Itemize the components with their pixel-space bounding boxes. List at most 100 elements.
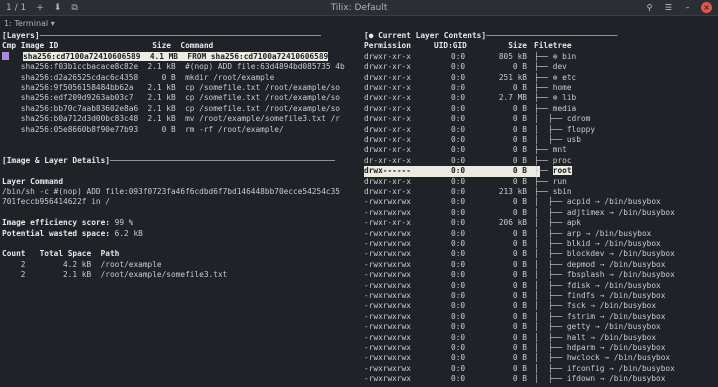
- file-tree-entry: │ ├── blockdev → /bin/busybox: [534, 249, 675, 259]
- layer-row[interactable]: sha256:d2a26525cdac6c4358 0 B mkdir /roo…: [2, 73, 274, 83]
- file-permission: -rwxrwxrwx: [364, 249, 411, 259]
- waste-column-headers: Count Total Space Path: [2, 249, 119, 259]
- filetree-row[interactable]: -rwxrwxrwx 0:0 0 B │ ├── ifdown → /bin/busy…: [364, 374, 718, 384]
- filetree-row[interactable]: -rwxrwxrwx 0:0 0 B │ ├── blockdev → /bin/bu…: [364, 249, 718, 259]
- tree-connector: │ ├──: [534, 301, 567, 311]
- filetree-row[interactable]: drwx------ 0:0 0 B ├── root: [364, 166, 718, 177]
- filetree-row[interactable]: -rwxrwxrwx 0:0 0 B │ ├── hwclock → /bin/bus…: [364, 353, 718, 363]
- layer-row[interactable]: sha256:f03b1ccbacace8c82e 2.1 kB #(nop) …: [2, 62, 345, 72]
- file-name: mnt: [552, 145, 567, 155]
- filetree-row[interactable]: -rwxrwxrwx 0:0 0 B │ ├── getty → /bin/busyb…: [364, 322, 718, 332]
- filetree-row[interactable]: drwxr-xr-x 0:0 0 B ├── media: [364, 104, 718, 114]
- layer-row[interactable]: sha256:b0a712d3d00bc83c48 2.1 kB mv /roo…: [2, 114, 340, 124]
- filetree-row[interactable]: drwxr-xr-x 0:0 0 B │ ├── floppy: [364, 125, 718, 135]
- file-name: usb: [566, 135, 581, 144]
- filetree-row[interactable]: -rwxrwxrwx 0:0 0 B │ ├── halt → /bin/busybo…: [364, 333, 718, 343]
- file-name: sbin: [552, 187, 572, 196]
- file-size: 0 B: [512, 301, 527, 311]
- file-uid-gid: 0:0: [451, 62, 466, 72]
- file-tree-entry: │ ├── getty → /bin/busybox: [534, 322, 661, 332]
- col-uid-gid: UID:GID: [434, 41, 467, 51]
- filetree-row[interactable]: -rwxr-xr-x 0:0 206 kB │ ├── apk: [364, 218, 718, 228]
- waste-space: 2.1 kB: [39, 270, 101, 280]
- tree-connector: │ ├──: [534, 228, 567, 238]
- filetree-row[interactable]: -rwxrwxrwx 0:0 0 B │ ├── ifconfig → /bin/bu…: [364, 364, 718, 374]
- filetree-row[interactable]: drwxr-xr-x 0:0 0 B │ ├── cdrom: [364, 114, 718, 124]
- tree-connector: │ ├──: [534, 218, 567, 228]
- filetree-row[interactable]: drwxr-xr-x 0:0 0 B ├── mnt: [364, 145, 718, 155]
- chevron-down-icon[interactable]: ▾: [51, 19, 55, 28]
- file-tree-entry: │ ├── depmod → /bin/busybox: [534, 260, 665, 270]
- menu-icon[interactable]: ☰: [663, 2, 674, 13]
- filetree-row[interactable]: -rwxrwxrwx 0:0 0 B │ ├── acpid → /bin/busyb…: [364, 197, 718, 207]
- layer-command-line-1: /bin/sh -c #(nop) ADD file:093f0723fa46f…: [2, 187, 340, 196]
- file-uid-gid: 0:0: [451, 166, 466, 177]
- filetree-row[interactable]: drwxr-xr-x 0:0 251 kB ├── ⊕ etc: [364, 73, 718, 83]
- file-name: findfs → /bin/busybox: [566, 291, 666, 300]
- tree-connector: │ ├──: [534, 249, 567, 259]
- file-permission: drwxr-xr-x: [364, 176, 411, 186]
- file-size: 0 B: [512, 291, 527, 300]
- file-name: media: [552, 103, 577, 113]
- layers-column-headers: Cmp Image ID Size Command: [2, 41, 213, 51]
- filetree-row[interactable]: -rwxrwxrwx 0:0 0 B │ ├── arp → /bin/busybox: [364, 229, 718, 239]
- wasted-value: 6.2 kB: [114, 228, 143, 238]
- filetree-row[interactable]: drwxr-xr-x 0:0 2.7 MB ├── ⊕ lib: [364, 93, 718, 103]
- layer-row[interactable]: sha256:edf209d9263ab03c7 2.1 kB cp /some…: [2, 93, 340, 103]
- layer-row-text: sha256:d2a26525cdac6c4358 0 B mkdir /roo…: [20, 72, 275, 82]
- contents-rule: ────────────────────────────: [486, 31, 618, 40]
- layer-row[interactable]: sha256:05e8660b8f90e77b93 0 B rm -rf /ro…: [2, 125, 284, 135]
- file-size: 0 B: [512, 114, 527, 124]
- filetree-row[interactable]: -rwxrwxrwx 0:0 0 B │ ├── depmod → /bin/busy…: [364, 260, 718, 270]
- terminal-tab[interactable]: 1: Terminal ▾: [0, 17, 718, 30]
- file-uid-gid: 0:0: [451, 93, 466, 103]
- file-uid-gid: 0:0: [451, 291, 466, 300]
- tree-connector: ├──: [534, 176, 553, 186]
- filetree-row[interactable]: dr-xr-xr-x 0:0 0 B ├── proc: [364, 156, 718, 166]
- file-uid-gid: 0:0: [451, 280, 466, 290]
- file-size: 0 B: [512, 322, 527, 332]
- file-name: fdisk → /bin/busybox: [566, 280, 661, 290]
- filetree-row[interactable]: drwxr-xr-x 0:0 0 B │ ├── usb: [364, 135, 718, 145]
- minimize-icon[interactable]: –: [682, 2, 693, 13]
- layer-row[interactable]: sha256:cd7100a72410606589 4.1 MB FROM sh…: [2, 51, 329, 62]
- file-name: proc: [552, 155, 572, 165]
- contents-column-headers: Permission UID:GID Size Filetree: [364, 41, 718, 51]
- filetree-row[interactable]: drwxr-xr-x 0:0 805 kB ├── ⊕ bin: [364, 52, 718, 62]
- layer-row[interactable]: sha256:9f5056158484bb62a 2.1 kB cp /some…: [2, 83, 340, 93]
- file-tree-entry: │ ├── fbsplash → /bin/busybox: [534, 270, 675, 280]
- filetree-row[interactable]: drwxr-xr-x 0:0 0 B ├── dev: [364, 62, 718, 72]
- filetree-row[interactable]: -rwxrwxrwx 0:0 0 B │ ├── blkid → /bin/busyb…: [364, 239, 718, 249]
- file-size: 0 B: [512, 197, 527, 207]
- file-uid-gid: 0:0: [451, 218, 466, 228]
- file-permission: drwxr-xr-x: [364, 145, 411, 155]
- file-size: 0 B: [512, 83, 527, 92]
- file-size: 805 kB: [498, 51, 527, 61]
- tree-connector: ├──: [534, 72, 553, 82]
- filetree-row[interactable]: -rwxrwxrwx 0:0 0 B │ ├── fdisk → /bin/busyb…: [364, 281, 718, 291]
- filetree-row[interactable]: drwxr-xr-x 0:0 213 kB ├── sbin: [364, 187, 718, 197]
- close-icon[interactable]: ×: [701, 2, 712, 13]
- file-tree-entry: │ ├── findfs → /bin/busybox: [534, 291, 665, 301]
- layer-row-text: sha256:edf209d9263ab03c7 2.1 kB cp /some…: [20, 93, 340, 103]
- filetree-row[interactable]: -rwxrwxrwx 0:0 0 B │ ├── hdparm → /bin/busy…: [364, 343, 718, 353]
- filetree-row[interactable]: -rwxrwxrwx 0:0 0 B │ ├── adjtimex → /bin/bu…: [364, 208, 718, 218]
- filetree-row[interactable]: -rwxrwxrwx 0:0 0 B │ ├── fbsplash → /bin/bu…: [364, 270, 718, 280]
- file-tree-entry: │ ├── fstrim → /bin/busybox: [534, 312, 665, 322]
- search-icon[interactable]: ⚲: [644, 2, 655, 13]
- layer-row[interactable]: sha256:bb70c7aab83602e8a6 2.1 kB cp /som…: [2, 104, 340, 114]
- tree-connector: │ ├──: [534, 280, 567, 290]
- filetree-row[interactable]: -rwxrwxrwx 0:0 0 B │ ├── fstrim → /bin/busy…: [364, 312, 718, 322]
- filetree-row[interactable]: -rwxrwxrwx 0:0 0 B │ ├── findfs → /bin/busy…: [364, 291, 718, 301]
- filetree-row[interactable]: drwxr-xr-x 0:0 0 B ├── home: [364, 83, 718, 93]
- filetree-row[interactable]: drwxr-xr-x 0:0 0 B ├── run: [364, 177, 718, 187]
- filetree-row[interactable]: -rwxrwxrwx 0:0 0 B │ ├── fsck → /bin/busybo…: [364, 301, 718, 311]
- file-uid-gid: 0:0: [451, 343, 466, 352]
- terminal-area[interactable]: [Layers]────────────────────────────────…: [0, 31, 718, 387]
- file-permission: drwxr-xr-x: [364, 62, 411, 72]
- file-permission: -rwxrwxrwx: [364, 228, 411, 238]
- col-cmp: Cmp: [2, 41, 21, 51]
- terminal-tab-label[interactable]: 1: Terminal: [4, 19, 48, 28]
